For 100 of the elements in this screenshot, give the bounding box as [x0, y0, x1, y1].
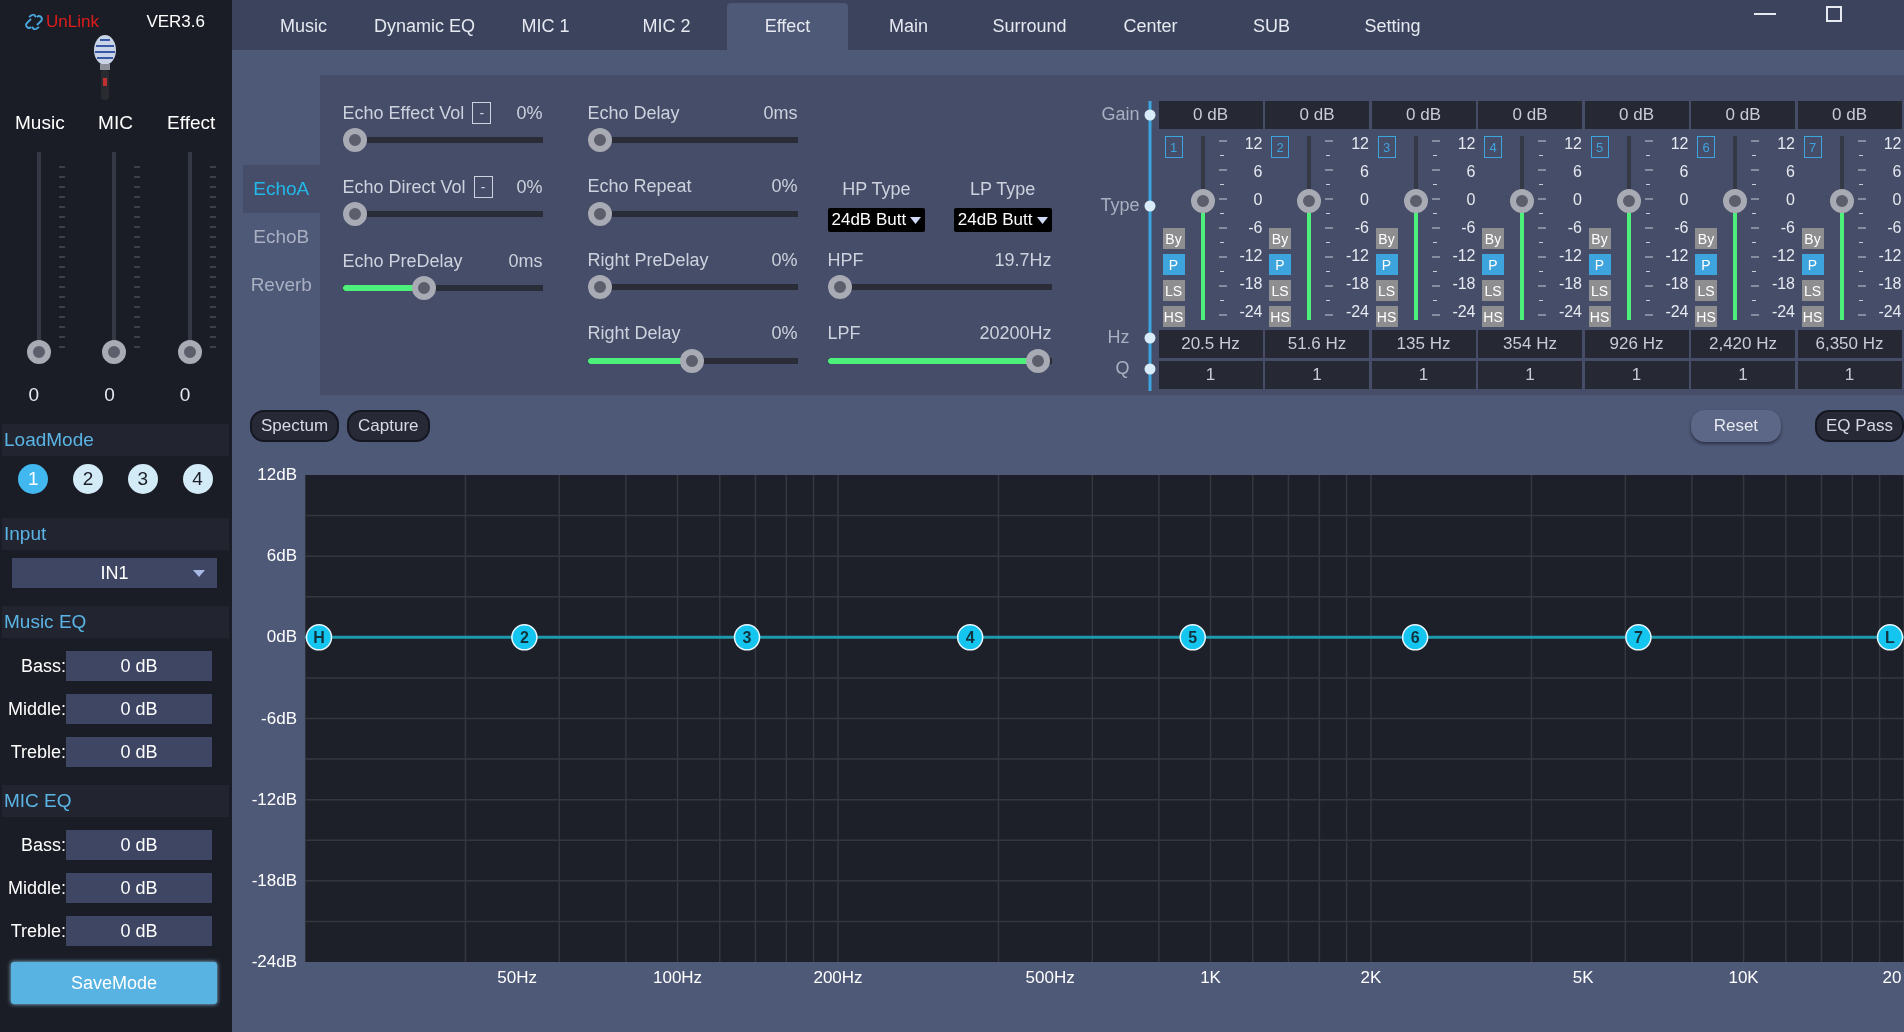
tab[interactable]: Main [848, 3, 969, 50]
scale-label: 12 [1883, 136, 1902, 152]
value-field[interactable]: 0 dB [66, 737, 212, 767]
value-field[interactable]: 0 dB [66, 916, 212, 946]
tab[interactable]: SUB [1211, 3, 1332, 50]
band-number: 5 [1590, 136, 1609, 158]
q-value[interactable]: 1 [1371, 361, 1476, 389]
eq-node[interactable]: 3 [733, 624, 761, 651]
slider-label: Right PreDelay [587, 249, 709, 271]
q-value[interactable]: 1 [1265, 361, 1369, 389]
scale-label: -12 [1239, 248, 1263, 264]
q-value[interactable]: 1 [1797, 361, 1902, 389]
eq-node[interactable]: 2 [511, 624, 538, 651]
eq-node[interactable]: 5 [1179, 624, 1206, 651]
value-field[interactable]: 0 dB [66, 830, 212, 860]
q-value[interactable]: 1 [1158, 361, 1263, 389]
band-number: 2 [1271, 136, 1289, 158]
graph-button[interactable]: Reset [1690, 410, 1781, 442]
filter-type-dropdown[interactable]: 24dB Butt [827, 208, 926, 232]
channel-label: Effect [167, 112, 216, 134]
axis-label: 0dB [266, 627, 297, 648]
eq-node[interactable]: H [305, 624, 333, 651]
slider-value: 19.7Hz [994, 249, 1052, 271]
q-value[interactable]: 1 [1478, 361, 1582, 389]
value-field[interactable]: 0 dB [66, 873, 212, 903]
band-number: 6 [1697, 136, 1715, 158]
scale-label: -18 [1771, 276, 1795, 292]
tab[interactable]: MIC 1 [485, 3, 606, 50]
eq-node[interactable]: 4 [956, 624, 984, 651]
mode-toggle[interactable]: - [472, 102, 492, 124]
scale-label: -12 [1878, 248, 1902, 264]
tab[interactable]: Effect [727, 3, 848, 50]
mode-toggle[interactable]: - [473, 176, 493, 198]
scale-label: 12 [1777, 136, 1795, 152]
gain-value[interactable]: 0 dB [1478, 101, 1582, 129]
gain-value[interactable]: 0 dB [1158, 101, 1263, 129]
link-status: UnLink [46, 12, 99, 32]
row-label: Type [1100, 195, 1140, 216]
slider-value: 0% [516, 102, 543, 124]
slider-label: Right Delay [587, 323, 681, 344]
graph-button[interactable]: EQ Pass [1814, 410, 1904, 442]
slider-value: 0% [516, 176, 543, 198]
filter-type-dropdown[interactable]: 24dB Butt [953, 208, 1052, 232]
axis-label: 100Hz [653, 968, 703, 988]
tab[interactable]: Setting [1332, 3, 1453, 50]
channel-value: 0 [28, 384, 40, 406]
mode-button[interactable]: 4 [182, 464, 213, 494]
axis-label: 5K [1572, 968, 1594, 988]
mode-button[interactable]: 3 [127, 464, 158, 494]
frequency-value[interactable]: 51.6 Hz [1265, 330, 1369, 358]
scale-label: 6 [1892, 164, 1902, 180]
slider-value: 0% [771, 249, 798, 271]
slider-value: 0% [771, 176, 798, 197]
tab[interactable]: Surround [969, 3, 1090, 50]
frequency-value[interactable]: 926 Hz [1584, 330, 1689, 358]
slider-value: 0ms [763, 102, 798, 124]
eq-node[interactable]: L [1876, 624, 1904, 651]
version-label: VER3.6 [146, 12, 205, 32]
eq-node[interactable]: 7 [1625, 624, 1652, 651]
filter-type-label: HP Type [842, 179, 911, 200]
band-number: 7 [1803, 136, 1822, 158]
scale-label: -6 [1567, 220, 1582, 236]
mode-button[interactable]: 2 [73, 464, 104, 494]
scale-label: 12 [1670, 136, 1689, 152]
slider-label: Echo Delay [587, 102, 680, 124]
input-dropdown[interactable]: IN1 [12, 558, 217, 588]
slider-label: Echo Effect Vol [342, 102, 465, 124]
gain-value[interactable]: 0 dB [1265, 101, 1369, 129]
tab[interactable]: MIC 2 [606, 3, 727, 50]
q-value[interactable]: 1 [1584, 361, 1689, 389]
effect-mode-tab[interactable]: EchoA [243, 165, 320, 213]
value-field[interactable]: 0 dB [66, 651, 212, 681]
slider-label: Echo Direct Vol [342, 176, 466, 198]
q-value[interactable]: 1 [1691, 361, 1795, 389]
graph-button[interactable]: Capture [347, 410, 430, 442]
gain-value[interactable]: 0 dB [1797, 101, 1902, 129]
scale-label: -6 [1248, 220, 1263, 236]
frequency-value[interactable]: 20.5 Hz [1158, 330, 1263, 358]
band-number: 4 [1484, 136, 1502, 158]
scale-label: -24 [1239, 304, 1263, 320]
eq-node[interactable]: 6 [1401, 624, 1429, 651]
scale-label: -6 [1354, 220, 1369, 236]
gain-value[interactable]: 0 dB [1371, 101, 1476, 129]
tab[interactable]: Dynamic EQ [364, 3, 485, 50]
graph-button[interactable]: Spectum [250, 410, 340, 442]
frequency-value[interactable]: 2,420 Hz [1691, 330, 1795, 358]
gain-value[interactable]: 0 dB [1691, 101, 1795, 129]
frequency-value[interactable]: 135 Hz [1371, 330, 1476, 358]
tab[interactable]: Center [1090, 3, 1211, 50]
frequency-value[interactable]: 6,350 Hz [1797, 330, 1902, 358]
value-field[interactable]: 0 dB [66, 694, 212, 724]
tab[interactable]: Music [243, 3, 364, 50]
frequency-value[interactable]: 354 Hz [1478, 330, 1582, 358]
gain-value[interactable]: 0 dB [1584, 101, 1689, 129]
scale-label: -12 [1345, 248, 1369, 264]
scale-label: 6 [1679, 164, 1689, 180]
scale-label: -6 [1887, 220, 1902, 236]
scale-label: -18 [1878, 276, 1902, 292]
scale-label: -12 [1558, 248, 1582, 264]
section-header: Music EQ [2, 606, 229, 638]
